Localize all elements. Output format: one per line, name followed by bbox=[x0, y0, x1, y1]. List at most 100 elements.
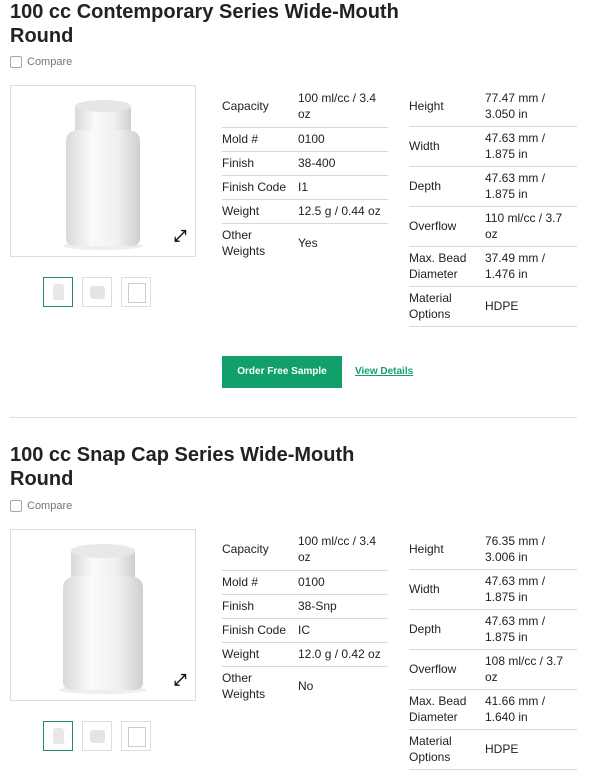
product-title[interactable]: 100 cc Snap Cap Series Wide-Mouth Round bbox=[10, 443, 410, 491]
bottle-image bbox=[59, 544, 147, 694]
spec-value: 38-400 bbox=[298, 151, 388, 176]
spec-label: Mold # bbox=[222, 127, 298, 152]
spec-label: Finish Code bbox=[222, 618, 298, 643]
spec-value: IC bbox=[298, 618, 388, 643]
spec-label: Finish Code bbox=[222, 175, 298, 200]
thumbnail-strip bbox=[43, 721, 151, 751]
thumbnail-front[interactable] bbox=[43, 277, 73, 307]
spec-row: Capacity 100 ml/cc / 3.4 oz bbox=[222, 86, 388, 128]
spec-label: Capacity bbox=[222, 86, 298, 128]
spec-value: 108 ml/cc / 3.7 oz bbox=[485, 649, 577, 690]
spec-label: Max. Bead Diameter bbox=[409, 689, 485, 730]
spec-row: Finish 38-400 bbox=[222, 151, 388, 176]
spec-row: Finish Code I1 bbox=[222, 175, 388, 200]
spec-row: Overflow 110 ml/cc / 3.7 oz bbox=[409, 206, 577, 247]
view-details-link[interactable]: View Details bbox=[355, 366, 413, 377]
spec-row: Finish 38-Snp bbox=[222, 594, 388, 619]
spec-row: Width 47.63 mm / 1.875 in bbox=[409, 569, 577, 610]
spec-row: Other Weights Yes bbox=[222, 223, 388, 263]
product-image[interactable]: ⤢ bbox=[10, 529, 196, 701]
spec-value: 100 ml/cc / 3.4 oz bbox=[298, 529, 388, 571]
spec-table-left: Capacity 100 ml/cc / 3.4 oz Mold #0100 Fi… bbox=[222, 86, 388, 263]
spec-row: Overflow 108 ml/cc / 3.7 oz bbox=[409, 649, 577, 690]
spec-label: Finish bbox=[222, 151, 298, 176]
spec-value: 47.63 mm / 1.875 in bbox=[485, 609, 577, 650]
spec-label: Other Weights bbox=[222, 671, 266, 702]
spec-label: Weight bbox=[222, 642, 298, 667]
spec-row: Width 47.63 mm / 1.875 in bbox=[409, 126, 577, 167]
thumbnail-front[interactable] bbox=[43, 721, 73, 751]
product-title[interactable]: 100 cc Contemporary Series Wide-Mouth Ro… bbox=[10, 0, 410, 48]
compare-label: Compare bbox=[27, 500, 73, 512]
spec-value: 77.47 mm / 3.050 in bbox=[485, 86, 577, 127]
spec-label: Other Weights bbox=[222, 228, 266, 259]
spec-label: Width bbox=[409, 126, 485, 167]
product-image[interactable]: ⤢ bbox=[10, 85, 196, 257]
spec-label: Overflow bbox=[409, 206, 485, 247]
spec-label: Weight bbox=[222, 199, 298, 224]
spec-label: Capacity bbox=[222, 529, 298, 571]
spec-value: I1 bbox=[298, 175, 388, 200]
thumbnail-angle[interactable] bbox=[82, 721, 112, 751]
spec-row: Weight 12.5 g / 0.44 oz bbox=[222, 199, 388, 224]
spec-table-left: Capacity 100 ml/cc / 3.4 oz Mold #0100 Fi… bbox=[222, 529, 388, 706]
spec-row: Mold #0100 bbox=[222, 570, 388, 595]
spec-label: Finish bbox=[222, 594, 298, 619]
spec-value: 47.63 mm / 1.875 in bbox=[485, 569, 577, 610]
spec-value: HDPE bbox=[485, 729, 577, 770]
expand-icon[interactable]: ⤢ bbox=[171, 228, 189, 246]
spec-row: Capacity 100 ml/cc / 3.4 oz bbox=[222, 529, 388, 571]
spec-value: 38-Snp bbox=[298, 594, 388, 619]
expand-icon[interactable]: ⤢ bbox=[171, 672, 189, 690]
thumbnail-angle[interactable] bbox=[82, 277, 112, 307]
spec-row: Weight 12.0 g / 0.42 oz bbox=[222, 642, 388, 667]
spec-label: Width bbox=[409, 569, 485, 610]
spec-value: 110 ml/cc / 3.7 oz bbox=[485, 206, 577, 247]
spec-label: Overflow bbox=[409, 649, 485, 690]
spec-label: Height bbox=[409, 529, 485, 570]
spec-value: No bbox=[298, 679, 314, 694]
spec-table-right: Height 76.35 mm / 3.006 in Width 47.63 mm … bbox=[409, 529, 577, 770]
compare-checkbox[interactable] bbox=[10, 56, 22, 68]
spec-value: 41.66 mm / 1.640 in bbox=[485, 689, 577, 730]
spec-value: 76.35 mm / 3.006 in bbox=[485, 529, 577, 570]
spec-row: Height 76.35 mm / 3.006 in bbox=[409, 529, 577, 570]
compare-checkbox[interactable] bbox=[10, 500, 22, 512]
spec-row: Max. Bead Diameter 41.66 mm / 1.640 in bbox=[409, 689, 577, 730]
spec-value: 12.0 g / 0.42 oz bbox=[298, 642, 388, 667]
spec-label: Mold # bbox=[222, 570, 298, 595]
compare-label: Compare bbox=[27, 56, 73, 68]
spec-row: Material Options HDPE bbox=[409, 286, 577, 327]
thumbnail-strip bbox=[43, 277, 151, 307]
spec-row: Finish Code IC bbox=[222, 618, 388, 643]
spec-value: 12.5 g / 0.44 oz bbox=[298, 199, 388, 224]
thumbnail-drawing[interactable] bbox=[121, 721, 151, 751]
divider bbox=[10, 417, 577, 418]
spec-row: Mold #0100 bbox=[222, 127, 388, 152]
spec-label: Material Options bbox=[409, 729, 485, 770]
spec-value: 0100 bbox=[298, 127, 388, 152]
spec-row: Material Options HDPE bbox=[409, 729, 577, 770]
spec-row: Max. Bead Diameter 37.49 mm / 1.476 in bbox=[409, 246, 577, 287]
spec-label: Height bbox=[409, 86, 485, 127]
spec-value: 0100 bbox=[298, 570, 388, 595]
spec-value: 100 ml/cc / 3.4 oz bbox=[298, 86, 388, 128]
spec-row: Depth 47.63 mm / 1.875 in bbox=[409, 609, 577, 650]
spec-label: Depth bbox=[409, 609, 485, 650]
spec-label: Max. Bead Diameter bbox=[409, 246, 485, 287]
spec-value: HDPE bbox=[485, 286, 577, 327]
spec-label: Depth bbox=[409, 166, 485, 207]
spec-row: Depth 47.63 mm / 1.875 in bbox=[409, 166, 577, 207]
spec-table-right: Height 77.47 mm / 3.050 in Width 47.63 mm … bbox=[409, 86, 577, 327]
compare-toggle[interactable]: Compare bbox=[10, 56, 72, 68]
bottle-image bbox=[63, 100, 143, 250]
order-free-sample-button[interactable]: Order Free Sample bbox=[222, 356, 342, 388]
compare-toggle[interactable]: Compare bbox=[10, 500, 72, 512]
spec-value: Yes bbox=[298, 236, 318, 251]
spec-value: 47.63 mm / 1.875 in bbox=[485, 166, 577, 207]
spec-label: Material Options bbox=[409, 286, 485, 327]
spec-value: 37.49 mm / 1.476 in bbox=[485, 246, 577, 287]
spec-row: Height 77.47 mm / 3.050 in bbox=[409, 86, 577, 127]
thumbnail-drawing[interactable] bbox=[121, 277, 151, 307]
spec-value: 47.63 mm / 1.875 in bbox=[485, 126, 577, 167]
